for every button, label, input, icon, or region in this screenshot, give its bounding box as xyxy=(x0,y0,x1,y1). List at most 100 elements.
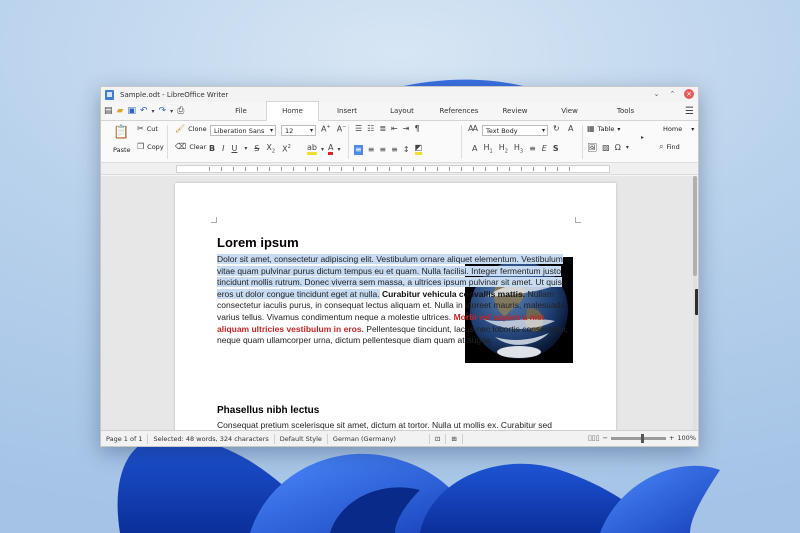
heading3-icon[interactable]: H3 xyxy=(514,144,523,155)
ribbon-expand-icon[interactable]: ▸ xyxy=(641,135,644,141)
increase-indent-icon[interactable]: ⇥ xyxy=(403,125,410,133)
styles-icon[interactable]: Ꜳ xyxy=(468,125,478,133)
writer-app-icon xyxy=(105,89,114,100)
underline-dropdown-icon[interactable]: ▾ xyxy=(244,146,247,152)
zoom-slider[interactable] xyxy=(610,433,666,443)
word-count[interactable]: Selected: 48 words, 324 characters xyxy=(148,433,275,444)
minimize-icon[interactable]: ⌄ xyxy=(652,90,661,98)
tab-home[interactable]: Home xyxy=(266,100,319,121)
redo-dropdown-icon[interactable]: ▾ xyxy=(170,108,173,115)
chart-icon[interactable]: ▨ xyxy=(602,144,610,152)
font-color-icon[interactable]: A xyxy=(328,144,334,155)
copy-label: Copy xyxy=(147,143,164,151)
cut-button[interactable]: ✂ Cut xyxy=(137,125,158,134)
font-size-value: 12 xyxy=(285,127,294,135)
writer-window: Sample.odt - LibreOffice Writer ⌄ ⌃ × ▤ … xyxy=(100,86,699,447)
align-right-icon[interactable]: ≡ xyxy=(379,145,386,154)
heading-phasellus[interactable]: Phasellus nibh lectus xyxy=(217,405,319,416)
zoom-out-icon[interactable]: − xyxy=(603,434,608,442)
font-color-dropdown-icon[interactable]: ▾ xyxy=(337,146,340,153)
zoom-in-icon[interactable]: + xyxy=(669,434,674,442)
redo-icon[interactable]: ↷ xyxy=(159,106,167,116)
clone-formatting-button[interactable]: 🖌 Clone xyxy=(175,125,207,134)
font-name-box[interactable]: Liberation Sans ▾ xyxy=(210,125,276,136)
tab-review[interactable]: Review xyxy=(489,102,541,121)
view-layout-icon[interactable]: ▯▯▯ xyxy=(588,434,600,442)
underline-icon[interactable]: U xyxy=(231,145,237,153)
align-left-icon[interactable]: ≡ xyxy=(354,144,363,155)
clear-formatting-button[interactable]: ⌫ Clear xyxy=(175,143,206,152)
page-style[interactable]: Default Style xyxy=(275,433,328,444)
sidebar-toggle[interactable] xyxy=(695,289,698,315)
highlight-dropdown-icon[interactable]: ▾ xyxy=(321,146,324,153)
image-icon[interactable]: 🖼 xyxy=(587,144,597,152)
zoom-level[interactable]: 100% xyxy=(677,434,696,442)
find-button[interactable]: ⌕ Find xyxy=(659,143,680,152)
menu-icon[interactable]: ☰ xyxy=(685,106,694,117)
copy-button[interactable]: ❐ Copy xyxy=(137,142,164,152)
page-count[interactable]: Page 1 of 1 xyxy=(101,433,149,444)
shrink-font-icon[interactable]: A− xyxy=(337,125,347,134)
paragraph-style-box[interactable]: Text Body ▾ xyxy=(482,125,548,136)
horizontal-ruler[interactable] xyxy=(101,163,698,175)
background-color-icon[interactable]: ◩ xyxy=(414,144,423,155)
chevron-down-icon: ▾ xyxy=(691,125,695,133)
maximize-icon[interactable]: ⌃ xyxy=(668,90,677,98)
text-body-icon[interactable]: ≡ xyxy=(529,145,536,153)
line-spacing-icon[interactable]: ↕ xyxy=(403,145,410,154)
paste-button[interactable]: 📋 Paste xyxy=(113,126,131,154)
home-nav-button[interactable]: Home ▾ xyxy=(663,125,694,133)
special-character-dropdown-icon[interactable]: ▾ xyxy=(626,145,629,151)
close-icon[interactable]: × xyxy=(684,89,694,99)
bold-sentence[interactable]: Curabitur vehicula convallis mattis. xyxy=(382,289,525,299)
subscript-icon[interactable]: X2 xyxy=(266,144,275,155)
bullets-icon[interactable]: ☰ xyxy=(355,125,362,133)
heading2-icon[interactable]: H2 xyxy=(499,144,508,155)
tab-tools[interactable]: Tools xyxy=(598,102,653,121)
numbering-icon[interactable]: ☷ xyxy=(367,125,374,133)
special-character-icon[interactable]: Ω xyxy=(615,144,621,152)
heading-lorem-ipsum[interactable]: Lorem ipsum xyxy=(217,235,299,250)
print-icon[interactable]: ⎙ xyxy=(177,106,184,116)
pilcrow-icon[interactable]: ¶ xyxy=(414,125,419,133)
decrease-indent-icon[interactable]: ⇤ xyxy=(391,125,398,133)
table-button[interactable]: ▦ Table ▾ xyxy=(587,125,621,134)
tab-references[interactable]: References xyxy=(429,102,489,121)
font-size-box[interactable]: 12 ▾ xyxy=(281,125,316,136)
undo-dropdown-icon[interactable]: ▾ xyxy=(152,108,155,115)
selection-mode-icon[interactable]: ⊞ xyxy=(446,433,463,444)
document-page[interactable]: Lorem ipsum Dolor sit amet, consectetur … xyxy=(175,183,616,432)
justify-icon[interactable]: ≡ xyxy=(391,145,398,154)
tab-layout[interactable]: Layout xyxy=(375,102,429,121)
text-boundary-corner xyxy=(575,217,581,223)
open-folder-icon[interactable]: ▰ xyxy=(117,106,124,116)
tab-file[interactable]: File xyxy=(216,102,266,121)
italic-icon[interactable]: I xyxy=(222,145,224,153)
paragraph-1[interactable]: Dolor sit amet, consectetur adipiscing e… xyxy=(217,254,577,347)
chevron-down-icon: ▾ xyxy=(617,125,621,133)
insert-mode-icon[interactable]: ⊡ xyxy=(430,433,447,444)
new-style-icon[interactable]: A xyxy=(568,125,573,133)
heading1-icon[interactable]: H1 xyxy=(483,144,492,155)
document-area[interactable]: Lorem ipsum Dolor sit amet, consectetur … xyxy=(101,176,698,432)
save-icon[interactable]: ▣ xyxy=(127,106,136,116)
highlight-icon[interactable]: ab xyxy=(307,144,317,155)
strong-emphasis-icon[interactable]: S xyxy=(553,145,559,153)
emphasis-icon[interactable]: E xyxy=(542,145,547,153)
paragraph-2[interactable]: Consequat pretium scelerisque sit amet, … xyxy=(217,420,577,430)
tab-insert[interactable]: Insert xyxy=(319,102,375,121)
align-center-icon[interactable]: ≡ xyxy=(368,145,375,154)
copy-icon: ❐ xyxy=(137,142,145,151)
new-document-icon[interactable]: ▤ xyxy=(104,106,113,116)
undo-icon[interactable]: ↶ xyxy=(140,106,148,116)
chevron-down-icon: ▾ xyxy=(269,127,273,134)
bold-icon[interactable]: B xyxy=(209,145,215,153)
language[interactable]: German (Germany) xyxy=(328,433,430,444)
default-char-style-icon[interactable]: A xyxy=(472,145,477,153)
superscript-icon[interactable]: X2 xyxy=(282,144,291,154)
tab-view[interactable]: View xyxy=(541,102,598,121)
outline-icon[interactable]: ≣ xyxy=(379,125,386,133)
update-style-icon[interactable]: ↻ xyxy=(553,125,560,133)
grow-font-icon[interactable]: A+ xyxy=(321,125,331,134)
strikethrough-icon[interactable]: S xyxy=(254,145,259,153)
